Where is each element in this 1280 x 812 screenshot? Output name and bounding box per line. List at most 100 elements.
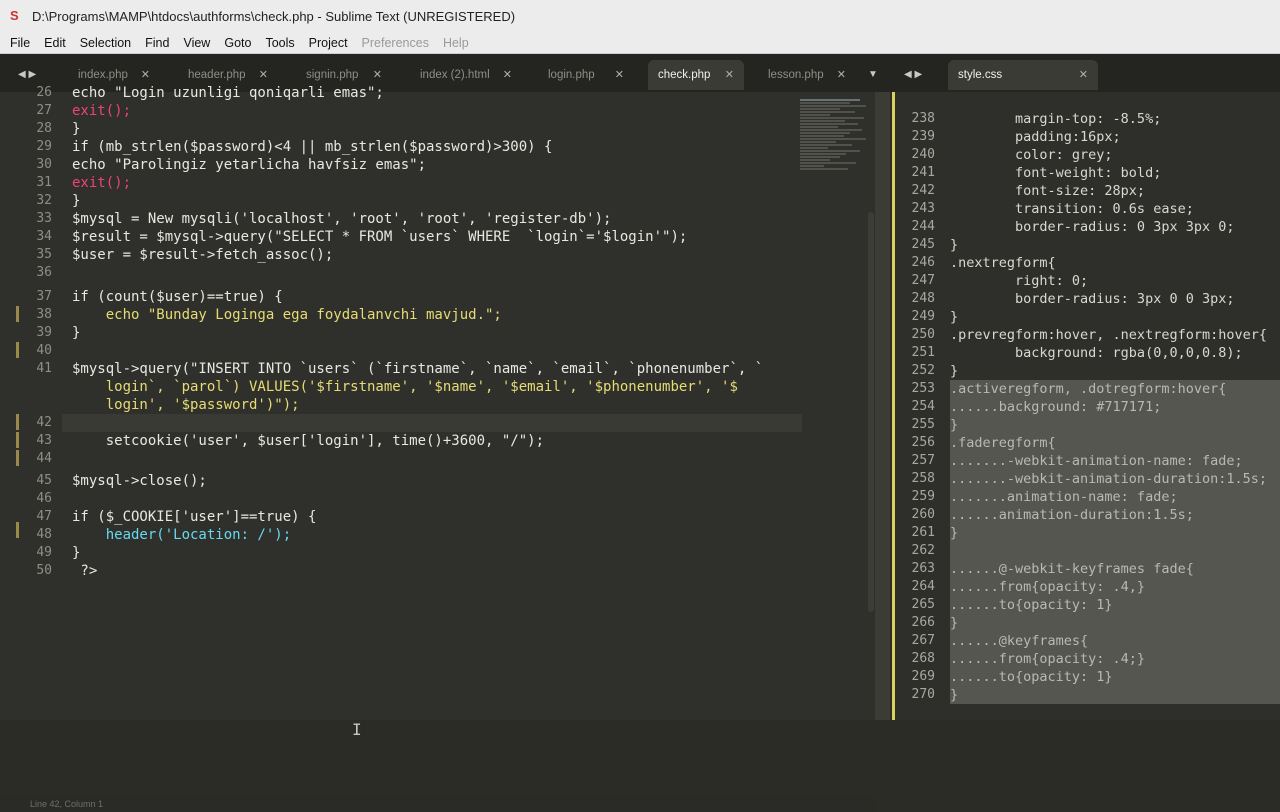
line-number: 242 — [911, 183, 935, 198]
line-number: 260 — [911, 507, 935, 522]
code-line: echo "Login uzunligi qoniqarli emas"; — [72, 85, 384, 101]
window-title: D:\Programs\MAMP\htdocs\authforms\check.… — [32, 8, 516, 24]
code-line: } — [72, 545, 81, 561]
code-line: setcookie('user', $user['login'], time()… — [72, 433, 545, 449]
code-line: margin-top: -8.5%; — [950, 111, 1162, 127]
close-icon[interactable]: ✕ — [1079, 60, 1088, 90]
tab-label: check.php — [658, 69, 711, 81]
line-number: 263 — [911, 561, 935, 576]
selected-code-line: ......to{opacity: 1} — [950, 596, 1280, 614]
line-number: 243 — [911, 201, 935, 216]
css-code-area[interactable]: margin-top: -8.5%; padding:16px; color: … — [950, 92, 1280, 720]
selected-code-line: ......to{opacity: 1} — [950, 668, 1280, 686]
code-line: font-size: 28px; — [950, 183, 1146, 199]
code-line: padding:16px; — [950, 129, 1121, 145]
tab-label: style.css — [958, 69, 1003, 81]
menu-edit[interactable]: Edit — [44, 36, 66, 50]
line-number: 37 — [36, 289, 52, 304]
tab-label: header.php — [188, 69, 246, 81]
line-number: 32 — [36, 193, 52, 208]
selected-code-line: } — [950, 614, 1280, 632]
close-icon[interactable]: ✕ — [503, 60, 512, 90]
line-number-gutter: 26 27 28 29 30 31 32 33 34 35 36 37 38 3… — [0, 85, 62, 720]
code-line: login', '$password')"); — [72, 397, 300, 413]
tab-style-css[interactable]: style.css ✕ — [948, 60, 1098, 90]
selected-code-line: .faderegform{ — [950, 434, 1280, 452]
line-number: 45 — [36, 473, 52, 488]
tab-nav-arrows-icon[interactable]: ◀ ▶ — [904, 60, 922, 90]
menu-view[interactable]: View — [183, 36, 210, 50]
line-number: 270 — [911, 687, 935, 702]
editor-pane-right[interactable]: 238 239 240 241 242 243 244 245 246 247 … — [895, 92, 1280, 720]
menu-selection[interactable]: Selection — [80, 36, 131, 50]
code-line: .prevregform:hover, .nextregform:hover{ — [950, 327, 1267, 343]
selected-code-line: } — [950, 416, 1280, 434]
line-number: 246 — [911, 255, 935, 270]
tab-label: login.php — [548, 69, 595, 81]
menu-project[interactable]: Project — [309, 36, 348, 50]
menu-file[interactable]: File — [10, 36, 30, 50]
line-number: 48 — [36, 527, 52, 542]
menu-goto[interactable]: Goto — [224, 36, 251, 50]
code-line-current — [62, 414, 802, 432]
selected-code-line: .......-webkit-animation-duration:1.5s; — [950, 470, 1280, 488]
editor-pane-left[interactable]: 26 27 28 29 30 31 32 33 34 35 36 37 38 3… — [0, 85, 875, 812]
minimap[interactable] — [800, 98, 870, 208]
tab-label: index.php — [78, 69, 128, 81]
code-line: echo "Parolingiz yetarlicha havfsiz emas… — [72, 157, 427, 173]
code-line: $mysql = New mysqli('localhost', 'root',… — [72, 211, 612, 227]
line-number: 259 — [911, 489, 935, 504]
line-number: 254 — [911, 399, 935, 414]
menu-find[interactable]: Find — [145, 36, 169, 50]
code-line: } — [72, 325, 81, 341]
code-line: echo "Bunday Loginga ega foydalanvchi ma… — [72, 307, 502, 323]
code-area[interactable]: echo "Login uzunligi qoniqarli emas"; ex… — [62, 85, 802, 720]
line-number: 247 — [911, 273, 935, 288]
code-line: } — [950, 363, 959, 379]
code-line: } — [950, 237, 959, 253]
selected-code-line: ......from{opacity: .4;} — [950, 650, 1280, 668]
line-number: 267 — [911, 633, 935, 648]
code-line: ?> — [72, 563, 98, 579]
menu-help[interactable]: Help — [443, 36, 469, 50]
tab-check-php[interactable]: check.php ✕ — [648, 60, 744, 90]
code-line: header('Location: /'); — [72, 527, 292, 543]
line-number: 26 — [36, 85, 52, 100]
line-number: 257 — [911, 453, 935, 468]
close-icon[interactable]: ✕ — [615, 60, 624, 90]
tab-index-2-html[interactable]: index (2).html ✕ — [410, 60, 522, 90]
line-number: 39 — [36, 325, 52, 340]
code-line: } — [72, 121, 81, 137]
tab-lesson-php[interactable]: lesson.php ✕ — [758, 60, 856, 90]
line-number: 244 — [911, 219, 935, 234]
line-number: 253 — [911, 381, 935, 396]
menu-bar: File Edit Selection Find View Goto Tools… — [0, 32, 1280, 54]
selected-code-line: ......background: #717171; — [950, 398, 1280, 416]
vertical-scrollbar[interactable] — [868, 212, 874, 612]
tab-login-php[interactable]: login.php ✕ — [538, 60, 634, 90]
selected-code-line: .......animation-name: fade; — [950, 488, 1280, 506]
line-number: 238 — [911, 111, 935, 126]
menu-tools[interactable]: Tools — [265, 36, 294, 50]
tab-dropdown-icon[interactable]: ▼ — [868, 60, 878, 90]
line-number: 265 — [911, 597, 935, 612]
sublime-logo-icon: S — [10, 8, 19, 23]
right-tab-bar: ◀ ▶ style.css ✕ — [890, 54, 1280, 92]
code-line: if ($_COOKIE['user']==true) { — [72, 509, 317, 525]
tab-label: index (2).html — [420, 69, 490, 81]
line-number: 47 — [36, 509, 52, 524]
code-line: $mysql->close(); — [72, 473, 207, 489]
line-number: 46 — [36, 491, 52, 506]
code-line: exit(); — [72, 103, 132, 119]
selected-code-line: ......@-webkit-keyframes fade{ — [950, 560, 1280, 578]
selected-code-line: .activeregform, .dotregform:hover{ — [950, 380, 1280, 398]
code-line: } — [72, 193, 81, 209]
close-icon[interactable]: ✕ — [725, 60, 734, 90]
close-icon[interactable]: ✕ — [837, 60, 846, 90]
menu-preferences[interactable]: Preferences — [362, 36, 429, 50]
line-number: 36 — [36, 265, 52, 280]
line-number: 256 — [911, 435, 935, 450]
code-line: right: 0; — [950, 273, 1089, 289]
line-number: 30 — [36, 157, 52, 172]
line-number: 252 — [911, 363, 935, 378]
